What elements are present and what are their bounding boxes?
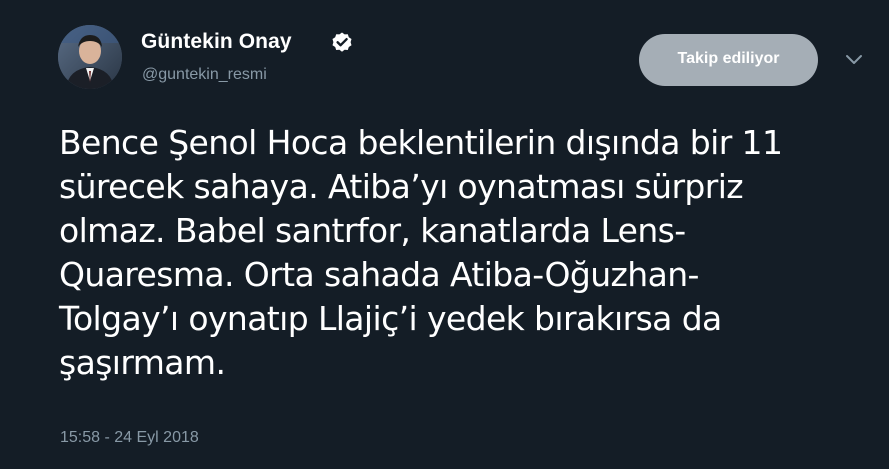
avatar[interactable] <box>58 25 122 89</box>
tweet-card: Güntekin Onay @guntekin_resmi Takip edil… <box>0 0 889 469</box>
tweet-text: Bence Şenol Hoca beklentilerin dışında b… <box>59 123 783 382</box>
profile-photo-icon <box>58 25 122 89</box>
chevron-down-icon[interactable] <box>845 53 863 67</box>
following-button[interactable]: Takip ediliyor <box>639 34 818 86</box>
username[interactable]: @guntekin_resmi <box>142 66 267 84</box>
tweet-timestamp[interactable]: 15:58 - 24 Eyl 2018 <box>60 429 199 447</box>
verified-badge-icon <box>332 32 352 52</box>
display-name[interactable]: Güntekin Onay <box>141 30 292 54</box>
